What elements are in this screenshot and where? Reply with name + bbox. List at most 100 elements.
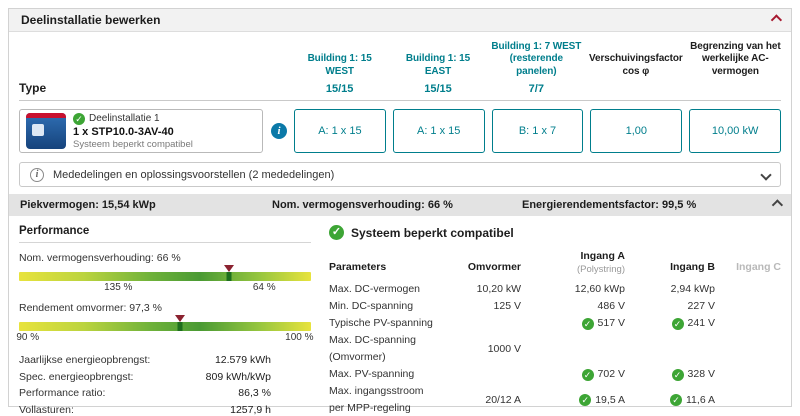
gauge-scale: 90 % 100 % [16, 332, 314, 343]
ac-power-limit-value[interactable]: 10,00 kW [689, 109, 781, 153]
device-cell: Deelinstallatie 1 1 x STP10.0-3AV-40 Sys… [19, 109, 287, 153]
inverter-device-button[interactable]: Deelinstallatie 1 1 x STP10.0-3AV-40 Sys… [19, 109, 263, 153]
table-row: Max. DC-vermogen 10,20 kW 12,60 kWp 2,94… [329, 281, 781, 298]
column-header-ac-limit: Begrenzing van het werkelijke AC-vermoge… [690, 39, 781, 95]
param-label: Max. ingangsstroom per MPP-regeling [329, 385, 424, 414]
summary-energy-factor: Energierendementsfactor: 99,5 % [522, 199, 697, 211]
table-row: Min. DC-spanning 125 V 486 V 227 V [329, 298, 781, 315]
summary-nominal-ratio: Nom. vermogensverhouding: 66 % [272, 199, 453, 211]
inverter-value: 10,20 kW [476, 283, 521, 295]
input-b-value [633, 332, 715, 366]
header-parameters: Parameters [329, 261, 387, 273]
input-b-value: 11,6 A [633, 383, 715, 416]
param-label: Min. DC-spanning [329, 300, 414, 312]
stat-specific-yield: Spec. energieopbrengst: 809 kWh/kWp [19, 370, 271, 383]
messages-chevron-down-icon[interactable] [760, 168, 772, 181]
header-input-c: Ingang C [736, 261, 781, 273]
gauge-marker-icon [224, 265, 235, 272]
ok-check-icon [671, 368, 684, 381]
ok-check-icon [671, 317, 684, 330]
string-config-building1-east[interactable]: A: 1 x 15 [392, 109, 485, 153]
performance-title: Performance [19, 225, 311, 243]
input-b-value: 227 V [687, 300, 715, 312]
subsystem-row: Deelinstallatie 1 1 x STP10.0-3AV-40 Sys… [19, 109, 781, 153]
gauge-pointer [177, 322, 183, 331]
module-count [690, 83, 781, 95]
device-text: Deelinstallatie 1 1 x STP10.0-3AV-40 Sys… [73, 112, 193, 150]
column-title: Verschuivingsfactor cos φ [588, 53, 683, 77]
device-ok-check-icon [73, 112, 85, 125]
gauge-pointer [226, 272, 232, 281]
inverter-value: 1000 V [487, 342, 521, 355]
column-title: Building 1: 15 EAST [405, 53, 471, 77]
ok-check-icon [670, 394, 682, 406]
input-a-value: 517 V [529, 315, 625, 332]
input-a-value: 702 V [529, 366, 625, 383]
ok-check-icon [581, 368, 594, 381]
param-label: Max. DC-vermogen [329, 283, 421, 295]
column-title: Begrenzing van het werkelijke AC-vermoge… [690, 40, 781, 77]
input-a-value: 19,5 A [529, 383, 625, 416]
gauge-inverter-efficiency: Rendement omvormer: 97,3 % 90 % 100 % [16, 302, 314, 343]
compatibility-status: Systeem beperkt compatibel [329, 225, 781, 240]
input-b-value: 241 V [633, 315, 715, 332]
gauge-bar [19, 322, 311, 331]
input-a-value: 12,60 kWp [574, 283, 625, 295]
table-row: Max. ingangsstroom per MPP-regeling 20/1… [329, 383, 781, 416]
module-count: 15/15 [424, 83, 452, 95]
device-name: Deelinstallatie 1 [89, 113, 160, 124]
panel-header[interactable]: Deelinstallatie bewerken [9, 9, 791, 32]
column-header-cos-phi: Verschuivingsfactor cos φ [589, 39, 683, 95]
cos-phi-value[interactable]: 1,00 [590, 109, 683, 153]
edit-subsystem-panel: Deelinstallatie bewerken Type Building 1… [8, 8, 792, 416]
input-a-value: 486 V [597, 300, 625, 312]
results-section: Performance Nom. vermogensverhouding: 66… [9, 216, 791, 416]
stat-annual-yield: Jaarlijkse energieopbrengst: 12.579 kWh [19, 354, 271, 366]
stat-performance-ratio: Performance ratio: 86,3 % [19, 387, 271, 399]
inverter-image-top [26, 113, 66, 118]
input-c-value [723, 383, 781, 416]
performance-panel: Performance Nom. vermogensverhouding: 66… [16, 225, 314, 416]
column-title: Building 1: 15 WEST [307, 53, 372, 77]
module-count: 7/7 [528, 83, 544, 95]
messages-label: Mededelingen en oplossingsvoorstellen (2… [53, 168, 335, 181]
header-input-b: Ingang B [670, 261, 715, 273]
device-status: Systeem beperkt compatibel [73, 138, 193, 150]
gauge-nominal-ratio: Nom. vermogensverhouding: 66 % 135 % 64 … [19, 252, 311, 295]
device-model: 1 x STP10.0-3AV-40 [73, 125, 174, 138]
header-inverter: Omvormer [467, 261, 521, 273]
configuration-section: Type Building 1: 15 WEST 15/15 Building … [9, 32, 791, 162]
header-input-a: Ingang A (Polystring) [576, 250, 625, 275]
compatibility-panel: Systeem beperkt compatibel Parameters Om… [329, 225, 781, 416]
ok-check-icon [581, 317, 594, 330]
column-header-row: Type Building 1: 15 WEST 15/15 Building … [19, 39, 781, 101]
results-summary-bar[interactable]: Piekvermogen: 15,54 kWp Nom. vermogensve… [9, 194, 791, 216]
summary-chevron-up-icon[interactable] [771, 199, 784, 211]
inverter-value [445, 366, 521, 383]
messages-expander[interactable]: Mededelingen en oplossingsvoorstellen (2… [19, 162, 781, 187]
device-info-icon[interactable] [271, 123, 287, 139]
module-count [589, 83, 683, 95]
gauge-bar [19, 272, 311, 281]
module-count: 15/15 [325, 83, 354, 95]
gauge-marker-icon [174, 315, 185, 322]
inverter-image-screen [32, 124, 44, 136]
inverter-value [445, 315, 521, 332]
input-c-value [723, 366, 781, 383]
string-config-building1-7west[interactable]: B: 1 x 7 [491, 109, 584, 153]
collapse-panel-chevron-icon[interactable] [770, 14, 783, 26]
panel-title: Deelinstallatie bewerken [21, 13, 161, 27]
ok-check-icon [579, 394, 592, 406]
performance-stats: Jaarlijkse energieopbrengst: 12.579 kWh … [19, 352, 271, 416]
column-header-building1-east: Building 1: 15 EAST 15/15 [392, 39, 483, 95]
input-b-value: 328 V [633, 366, 715, 383]
input-c-value [723, 298, 781, 315]
column-title: Building 1: 7 WEST (resterende panelen) [491, 40, 582, 77]
column-header-building1-7west: Building 1: 7 WEST (resterende panelen) … [491, 39, 582, 96]
param-label: Max. DC-spanning (Omvormer) [329, 334, 416, 363]
table-header-row: Parameters Omvormer Ingang A (Polystring… [329, 250, 781, 276]
input-b-value: 2,94 kWp [670, 283, 715, 295]
string-config-building1-west[interactable]: A: 1 x 15 [294, 109, 386, 153]
table-row: Max. DC-spanning (Omvormer) 1000 V [329, 332, 781, 366]
inverter-image [26, 113, 66, 149]
